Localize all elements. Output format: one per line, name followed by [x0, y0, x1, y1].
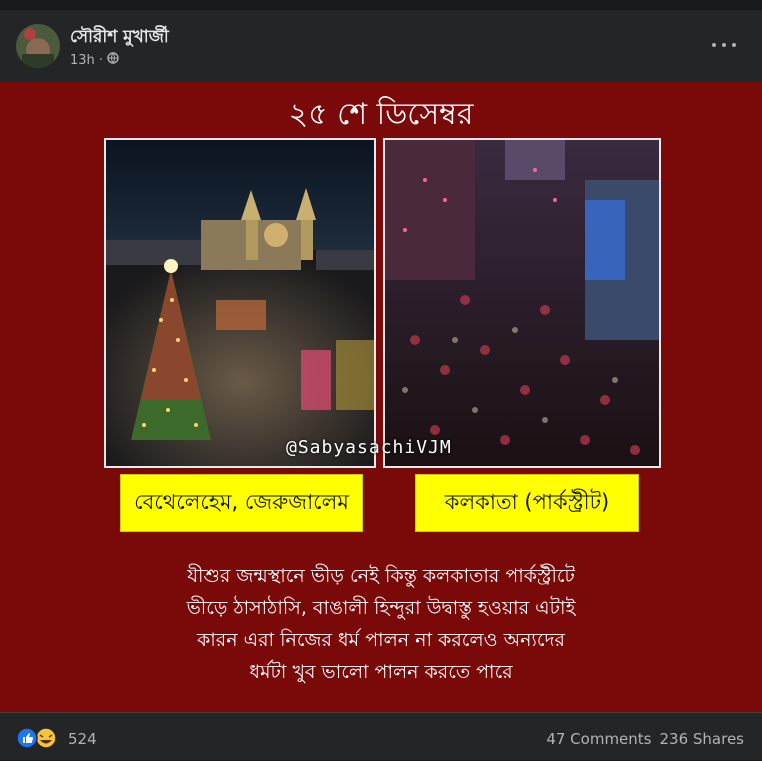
- globe-icon: [107, 52, 119, 68]
- right-location-label: কলকাতা (পার্কস্ট্রীট): [415, 474, 639, 532]
- image-title: ২৫ শে ডিসেম্বর: [288, 97, 474, 132]
- caption-line: যীশুর জন্মস্থানে ভীড় নেই কিন্তু কলকাতার…: [187, 565, 575, 587]
- post-image[interactable]: ২৫ শে ডিসেম্বর @SabyasachiVJM বেথেলেহেম,…: [0, 82, 762, 712]
- image-caption: যীশুর জন্মস্থানে ভীড় নেই কিন্তু কলকাতার…: [0, 560, 762, 688]
- like-reaction-icon: [16, 727, 38, 749]
- image-watermark: @SabyasachiVJM: [286, 437, 452, 458]
- post-meta: 13h ·: [70, 52, 119, 68]
- post-header: সৌরীশ মুখার্জী 13h ·: [0, 10, 762, 82]
- meta-separator: ·: [98, 52, 103, 68]
- reactions-bar: 524 47 Comments 236 Shares: [0, 712, 762, 761]
- reaction-count[interactable]: 524: [68, 730, 97, 748]
- post-stats: 47 Comments 236 Shares: [546, 730, 744, 748]
- shares-count[interactable]: 236 Shares: [660, 730, 745, 748]
- bethlehem-photo: [104, 138, 376, 468]
- caption-line: ধর্মটা খুব ভালো পালন করতে পারে: [249, 661, 513, 683]
- post-card: সৌরীশ মুখার্জী 13h · ২৫ শে ডিসেম্বর @Sab…: [0, 10, 762, 760]
- post-time[interactable]: 13h: [70, 53, 95, 68]
- left-location-label: বেথেলেহেম, জেরুজালেম: [120, 474, 363, 532]
- more-options-icon[interactable]: [712, 38, 736, 52]
- author-name[interactable]: সৌরীশ মুখার্জী: [70, 24, 169, 52]
- reaction-icons[interactable]: [16, 727, 60, 749]
- haha-reaction-icon: [35, 727, 57, 749]
- caption-line: ভীড়ে ঠাসাঠাসি, বাঙালী হিন্দুরা উদ্বাস্ত…: [186, 597, 576, 619]
- caption-line: কারন এরা নিজের ধর্ম পালন না করলেও অন্যদে…: [197, 629, 565, 651]
- comments-count[interactable]: 47 Comments: [546, 730, 651, 748]
- author-avatar[interactable]: [16, 24, 60, 68]
- parkstreet-photo: [383, 138, 661, 468]
